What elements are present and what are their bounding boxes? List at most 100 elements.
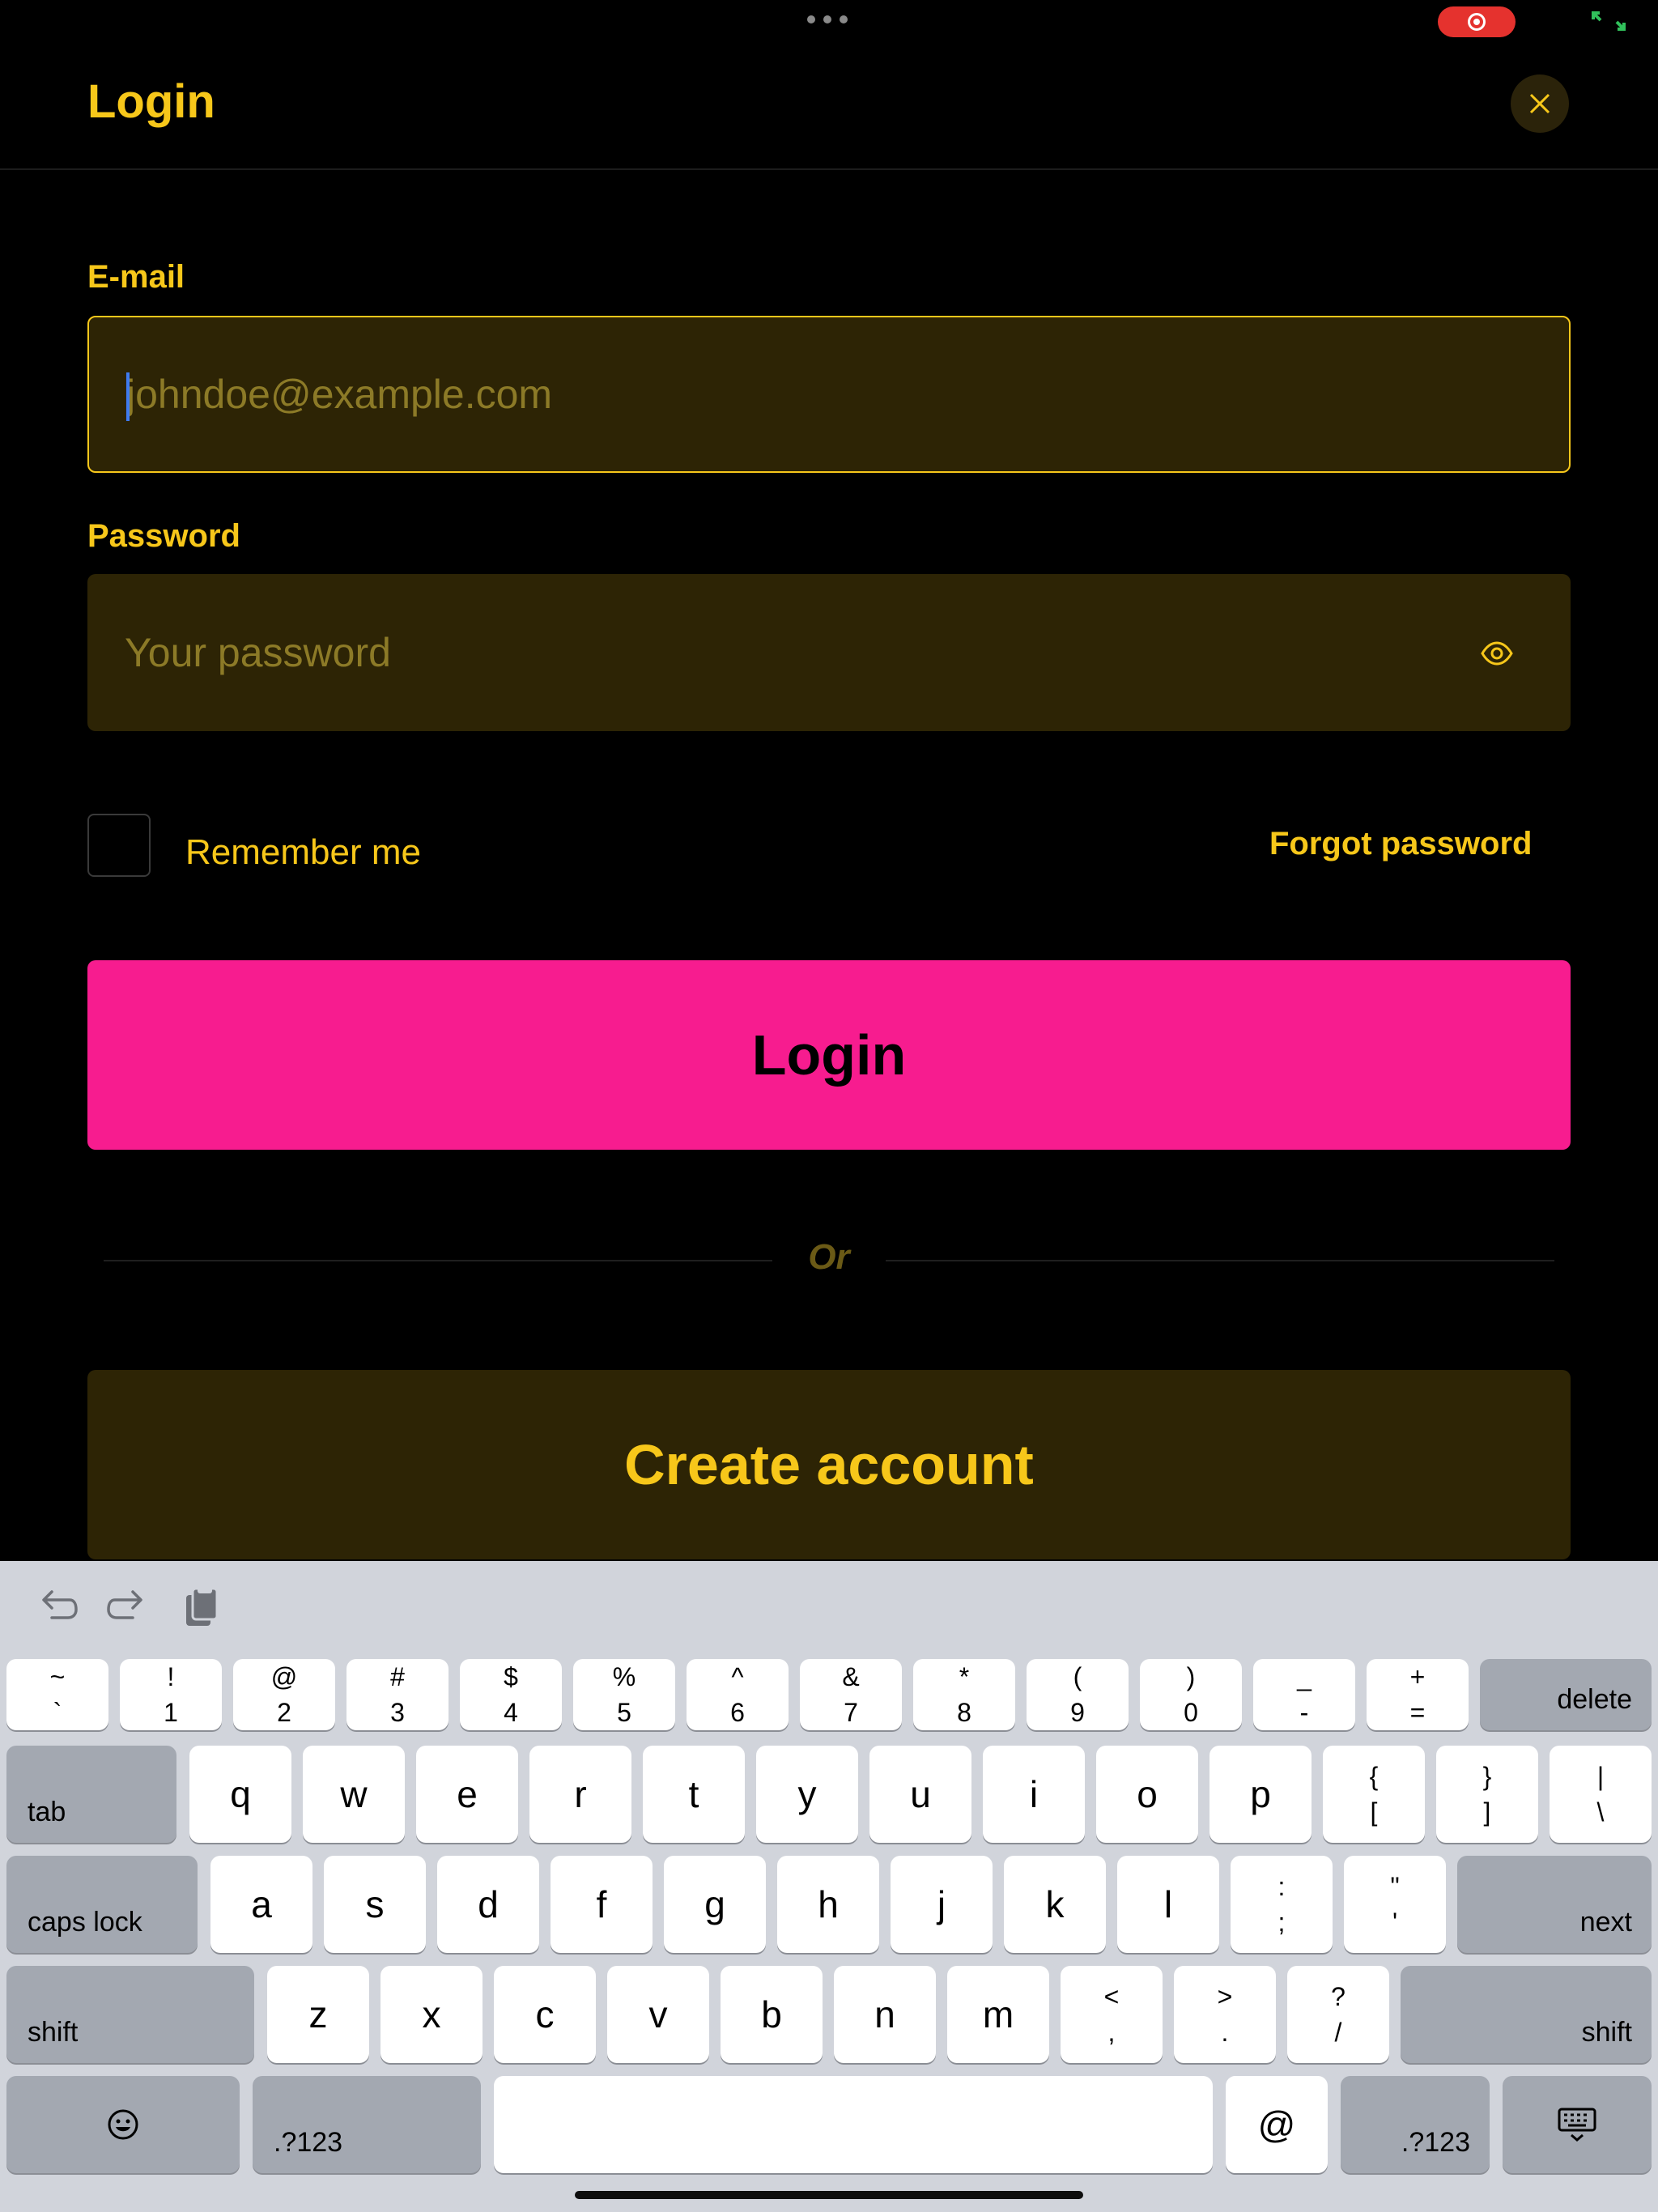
tab-key[interactable]: tab (6, 1746, 176, 1843)
key-glyph: k (1045, 1883, 1065, 1925)
key-angle-2[interactable]: ? / (1287, 1966, 1389, 2063)
key-glyph: c (535, 1993, 555, 2035)
key-glyph: @ (1257, 2104, 1296, 2146)
key-o[interactable]: o (1096, 1746, 1198, 1843)
key-sym-2[interactable]: | \ (1550, 1746, 1652, 1843)
remember-me-checkbox[interactable] (87, 814, 151, 877)
key-z[interactable]: z (267, 1966, 369, 2063)
key-j[interactable]: j (891, 1856, 993, 1953)
key-d[interactable]: d (437, 1856, 539, 1953)
key-h[interactable]: h (777, 1856, 879, 1953)
email-input[interactable] (126, 317, 1422, 471)
key-glyph: i (1029, 1773, 1039, 1815)
key-e[interactable]: e (416, 1746, 518, 1843)
key-7[interactable]: & 7 (800, 1659, 902, 1730)
key-u[interactable]: u (869, 1746, 971, 1843)
key-w[interactable]: w (303, 1746, 405, 1843)
key-a[interactable]: a (210, 1856, 312, 1953)
key-s[interactable]: s (324, 1856, 426, 1953)
key-glyph: { (1369, 1762, 1379, 1791)
screen-record-icon[interactable] (1438, 6, 1516, 37)
undo-icon[interactable] (34, 1584, 79, 1629)
key-0[interactable]: ) 0 (1140, 1659, 1242, 1730)
key-glyph: l (1163, 1883, 1173, 1925)
key-2[interactable]: @2 (233, 1659, 335, 1730)
key-m[interactable]: m (947, 1966, 1049, 2063)
password-input[interactable] (125, 574, 1420, 731)
key-punct-1[interactable]: " ' (1344, 1856, 1446, 1953)
key-t[interactable]: t (643, 1746, 745, 1843)
key-9[interactable]: (9 (1027, 1659, 1129, 1730)
key-`[interactable]: ~ ` (6, 1659, 108, 1730)
key-n[interactable]: n (834, 1966, 936, 2063)
key-glyph: g (704, 1883, 725, 1925)
key-glyph: > (1217, 1982, 1233, 2011)
key-k[interactable]: k (1004, 1856, 1106, 1953)
key-glyph: s (365, 1883, 385, 1925)
key-5[interactable]: % 5 (573, 1659, 675, 1730)
key-at[interactable]: @ (1226, 2076, 1328, 2173)
key-glyph: 3 (390, 1698, 405, 1727)
key-sym-1[interactable]: }] (1436, 1746, 1538, 1843)
key-x[interactable]: x (380, 1966, 483, 2063)
key-glyph: % (612, 1662, 636, 1691)
dismiss-keyboard-key[interactable] (1503, 2076, 1652, 2173)
key-glyph: j (937, 1883, 946, 1925)
delete-key[interactable]: delete (1480, 1659, 1652, 1730)
key-i[interactable]: i (983, 1746, 1085, 1843)
key-=[interactable]: + = (1367, 1659, 1469, 1730)
key-1[interactable]: ! 1 (120, 1659, 222, 1730)
key-glyph: o (1137, 1773, 1158, 1815)
space-key[interactable] (494, 2076, 1213, 2173)
remember-me-label[interactable]: Remember me (185, 832, 421, 873)
shift-right-key[interactable]: shift (1401, 1966, 1652, 2063)
more-options-icon[interactable] (803, 10, 852, 29)
email-field-container[interactable] (87, 316, 1571, 473)
key-glyph: 9 (1070, 1698, 1085, 1727)
divider-right (886, 1260, 1554, 1261)
key-6[interactable]: ^ 6 (687, 1659, 789, 1730)
key-angle-1[interactable]: >. (1174, 1966, 1276, 2063)
redo-icon[interactable] (105, 1584, 151, 1629)
forgot-password-link[interactable]: Forgot password (1269, 826, 1532, 862)
key-glyph: 4 (504, 1698, 518, 1727)
key-c[interactable]: c (494, 1966, 596, 2063)
key-f[interactable]: f (551, 1856, 653, 1953)
key-v[interactable]: v (607, 1966, 709, 2063)
key-sym-0[interactable]: {[ (1323, 1746, 1425, 1843)
close-button[interactable] (1511, 74, 1569, 133)
password-field-container[interactable] (87, 574, 1571, 731)
key-angle-0[interactable]: <, (1061, 1966, 1163, 2063)
key-q[interactable]: q (189, 1746, 291, 1843)
key-glyph: ? (1331, 1982, 1346, 2011)
key-r[interactable]: r (529, 1746, 631, 1843)
key-glyph: ) (1186, 1662, 1196, 1691)
next-key[interactable]: next (1457, 1856, 1652, 1953)
key-3[interactable]: #3 (346, 1659, 449, 1730)
eye-icon[interactable] (1480, 636, 1514, 670)
key-glyph: 7 (844, 1698, 858, 1727)
key-glyph: f (596, 1883, 607, 1925)
key--[interactable]: _ - (1253, 1659, 1355, 1730)
key-g[interactable]: g (664, 1856, 766, 1953)
key-glyph: u (910, 1773, 931, 1815)
caps-lock-key[interactable]: caps lock (6, 1856, 198, 1953)
emoji-key[interactable] (6, 2076, 240, 2173)
home-indicator (575, 2191, 1083, 2199)
key-y[interactable]: y (756, 1746, 858, 1843)
key-b[interactable]: b (721, 1966, 823, 2063)
login-button[interactable]: Login (87, 960, 1571, 1150)
create-account-button[interactable]: Create account (87, 1370, 1571, 1559)
key-p[interactable]: p (1209, 1746, 1312, 1843)
key-4[interactable]: $4 (460, 1659, 562, 1730)
key-glyph: q (230, 1773, 251, 1815)
fullscreen-icon[interactable] (1592, 11, 1626, 31)
key-8[interactable]: * 8 (913, 1659, 1015, 1730)
key-glyph: ( (1073, 1662, 1082, 1691)
key-punct-0[interactable]: :; (1231, 1856, 1333, 1953)
numbers-key-left[interactable]: .?123 (253, 2076, 481, 2173)
numbers-key-right[interactable]: .?123 (1341, 2076, 1490, 2173)
shift-left-key[interactable]: shift (6, 1966, 254, 2063)
clipboard-icon[interactable] (180, 1584, 225, 1629)
key-l[interactable]: l (1117, 1856, 1219, 1953)
